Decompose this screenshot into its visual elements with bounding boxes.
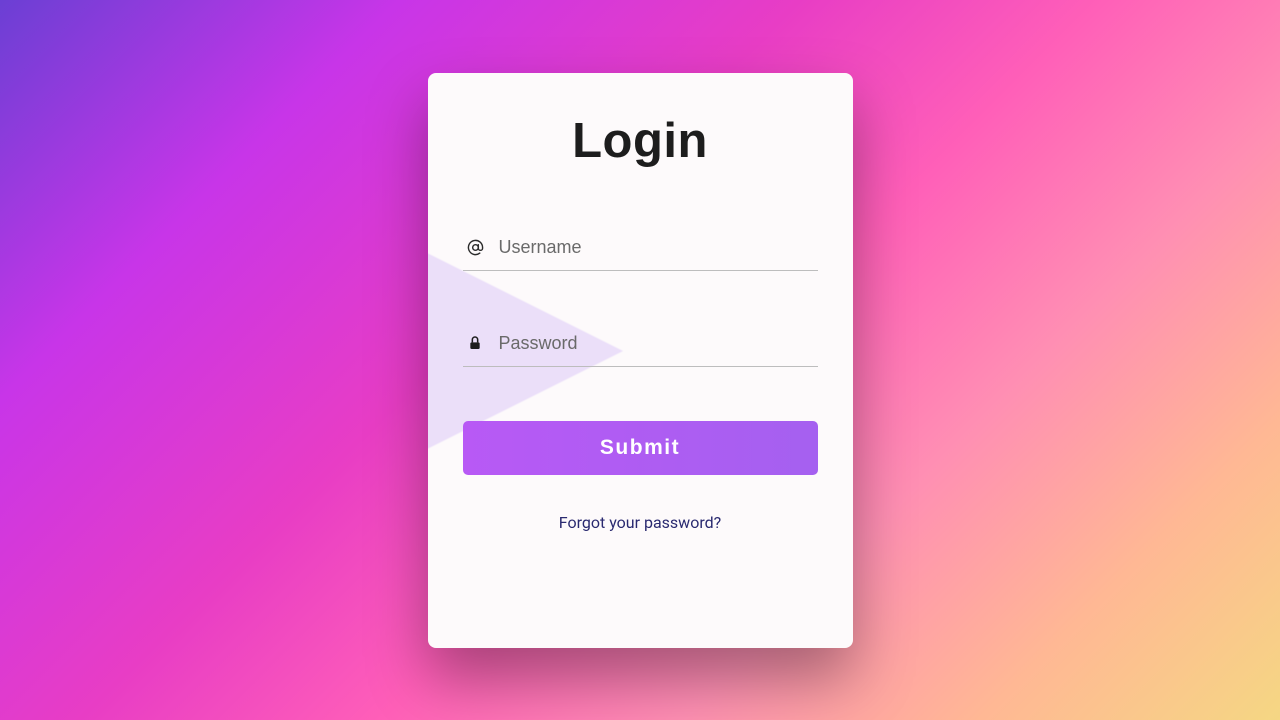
login-card: Login Submit Forgot your password?	[428, 73, 853, 648]
password-input[interactable]	[499, 333, 814, 354]
password-field-wrapper	[463, 323, 818, 367]
at-icon	[467, 239, 487, 256]
submit-button[interactable]: Submit	[463, 421, 818, 475]
username-input[interactable]	[499, 237, 814, 258]
lock-icon	[467, 335, 487, 351]
forgot-password-link[interactable]: Forgot your password?	[559, 513, 721, 532]
login-title: Login	[572, 113, 708, 169]
username-field-wrapper	[463, 227, 818, 271]
